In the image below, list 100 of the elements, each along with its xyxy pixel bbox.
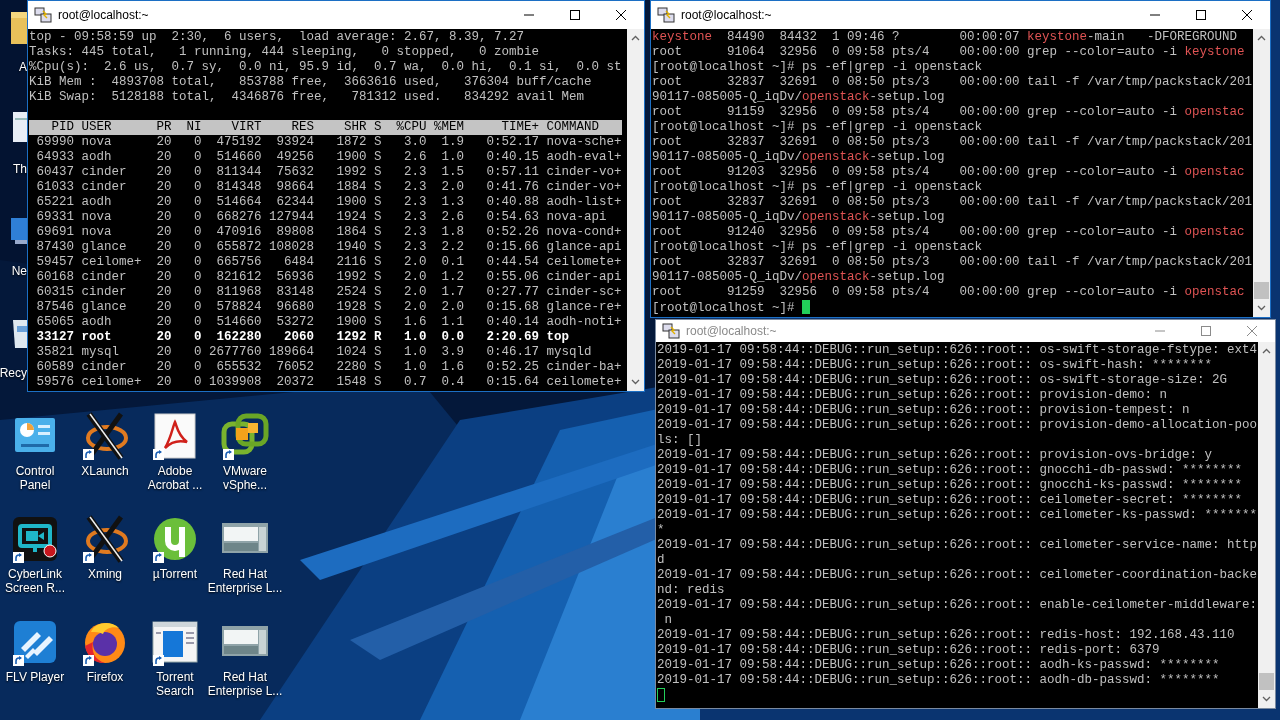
table-cell-text: ceilomete+ <box>545 255 622 270</box>
terminal-line: 90117-085005-Q_iqDv/openstack-setup.log <box>652 150 946 165</box>
table-cell-text: S <box>373 285 382 300</box>
table-cell-text: 56936 <box>275 270 314 285</box>
table-cell-text: 811968 <box>215 285 262 300</box>
terminal-line: root 91259 32956 0 09:58 pts/4 00:00:00 grep --color=auto -i openstac <box>652 285 1246 300</box>
table-cell-text: 20372 <box>275 375 314 390</box>
table-cell-text: 811344 <box>215 165 262 180</box>
table-cell-text: nova-api <box>545 210 608 225</box>
table-cell-text: 1940 <box>335 240 367 255</box>
scrollbar[interactable] <box>1258 342 1275 708</box>
table-cell-text: 20 <box>155 255 172 270</box>
scrollbar[interactable] <box>627 29 644 391</box>
table-cell-text: S <box>373 240 382 255</box>
desktop-shortcut[interactable]: Adobe Acrobat ... <box>140 412 210 515</box>
table-cell-text: cinder <box>80 180 128 195</box>
table-cell-text: ceilomete+ <box>545 375 622 390</box>
desktop-shortcut[interactable]: FLV Player <box>0 618 70 720</box>
table-cell-text: 1.0 <box>403 345 427 360</box>
table-cell-text: 162280 <box>215 330 262 345</box>
table-cell-text: cinder-api <box>545 270 622 285</box>
table-cell-text: 1928 <box>335 300 367 315</box>
table-cell-text: S <box>373 165 382 180</box>
terminal-line: 90117-085005-Q_iqDv/openstack-setup.log <box>652 210 946 225</box>
table-cell-text: S <box>373 315 382 330</box>
table-cell-text: nova <box>80 135 113 150</box>
table-cell-text: 655532 <box>215 360 262 375</box>
table-cell-text: 514660 <box>215 315 262 330</box>
scroll-down-icon <box>631 379 640 385</box>
desktop-shortcut[interactable]: Xming <box>70 515 140 618</box>
table-cell-text: 0:57.11 <box>485 165 539 180</box>
table-cell-text: 578824 <box>215 300 262 315</box>
desktop-shortcut[interactable]: Red Hat Enterprise L... <box>210 515 280 618</box>
terminal-app-icon <box>34 7 52 23</box>
window-title: root@localhost:~ <box>58 8 149 22</box>
terminal-line: [root@localhost ~]# ps -ef|grep -i openstack <box>652 180 984 195</box>
table-cell-text: aodh-list+ <box>545 195 622 210</box>
table-cell-text: 1548 <box>335 375 367 390</box>
desktop-shortcut[interactable]: Firefox <box>70 618 140 720</box>
table-cell-text: 1.2 <box>440 270 464 285</box>
terminal-line: %Cpu(s): 2.6 us, 0.7 sy, 0.0 ni, 95.9 id, 0.7 wa, 0.0 hi, 0.1 si, 0.0 st <box>29 60 623 75</box>
table-cell-text: 20 <box>155 240 172 255</box>
table-cell-text: 1.0 <box>440 150 464 165</box>
scroll-thumb[interactable] <box>1259 673 1274 690</box>
table-cell-text: 60315 <box>35 285 74 300</box>
table-cell-text: 20 <box>155 150 172 165</box>
terminal-line: top - 09:58:59 up 2:30, 6 users, load average: 2.67, 8.39, 7.27 <box>29 30 526 45</box>
table-cell-text: 1992 <box>335 165 367 180</box>
table-cell-text: 1.3 <box>440 195 464 210</box>
desktop-shortcut[interactable]: CyberLink Screen R... <box>0 515 70 618</box>
terminal-line: * <box>657 523 666 538</box>
table-cell-text: 62344 <box>275 195 314 210</box>
terminal-line: root 32837 32691 0 08:50 pts/3 00:00:00 tail -f /var/tmp/packstack/201 <box>652 135 1253 150</box>
pdf-icon <box>151 412 199 460</box>
terminal-line: keystone 84490 84432 1 09:46 ? 00:00:07 keystone-main -DFOREGROUND <box>652 30 1239 45</box>
desktop-shortcut[interactable]: VMware vSphe... <box>210 412 280 515</box>
table-cell-text: 127944 <box>268 210 314 225</box>
column-header: NI <box>185 120 202 135</box>
terminal-line: ls: [] <box>657 433 703 448</box>
table-cell-text: 2.0 <box>403 255 427 270</box>
desktop-shortcut[interactable]: Ne <box>11 214 27 316</box>
terminal-line: [root@localhost ~]# ps -ef|grep -i openstack <box>652 240 984 255</box>
table-cell-text: 2116 <box>335 255 367 270</box>
table-cell-text: 20 <box>155 225 172 240</box>
table-cell-text: root <box>80 330 113 345</box>
table-cell-text: 20 <box>155 300 172 315</box>
desktop-shortcut[interactable]: Red Hat Enterprise L... <box>210 618 280 720</box>
table-cell-text: 60589 <box>35 360 74 375</box>
table-cell-text: 1.6 <box>440 360 464 375</box>
scrollbar[interactable] <box>1253 29 1270 317</box>
table-cell-text: 20 <box>155 135 172 150</box>
table-cell-text: 0:40.15 <box>485 150 539 165</box>
desktop-shortcut[interactable]: Th <box>11 112 27 214</box>
table-cell-text: 1900 <box>335 150 367 165</box>
table-cell-text: 475192 <box>215 135 262 150</box>
table-cell-text: 3.0 <box>403 135 427 150</box>
table-cell-text: S <box>373 180 382 195</box>
table-cell-text: S <box>373 135 382 150</box>
table-cell-text: 1864 <box>335 225 367 240</box>
column-header: %MEM <box>433 120 464 135</box>
table-cell-text: 83148 <box>275 285 314 300</box>
table-cell-text: 2.0 <box>403 300 427 315</box>
desktop-shortcut[interactable]: A <box>11 10 27 112</box>
terminal-line: [root@localhost ~]# ps -ef|grep -i openstack <box>652 60 984 75</box>
table-cell-text: 1.5 <box>440 165 464 180</box>
terminal-line: [root@localhost ~]# <box>652 300 1253 315</box>
column-header: USER <box>80 120 113 135</box>
table-cell-text: 64933 <box>35 150 74 165</box>
table-cell-text: S <box>373 300 382 315</box>
column-header: PID <box>50 120 74 135</box>
scroll-thumb[interactable] <box>1254 282 1269 299</box>
table-cell-text: 69990 <box>35 135 74 150</box>
table-cell-text: aodh <box>80 195 113 210</box>
desktop-shortcut[interactable]: XLaunch <box>70 412 140 515</box>
terminal-line: [root@localhost ~]# ps -ef|grep -i openstack <box>652 120 984 135</box>
scroll-down-icon <box>1257 305 1266 311</box>
maximize-icon <box>1195 9 1207 21</box>
table-cell-text: nova-sche+ <box>545 135 622 150</box>
table-cell-text: S <box>373 375 382 390</box>
table-cell-text: 6484 <box>283 255 314 270</box>
